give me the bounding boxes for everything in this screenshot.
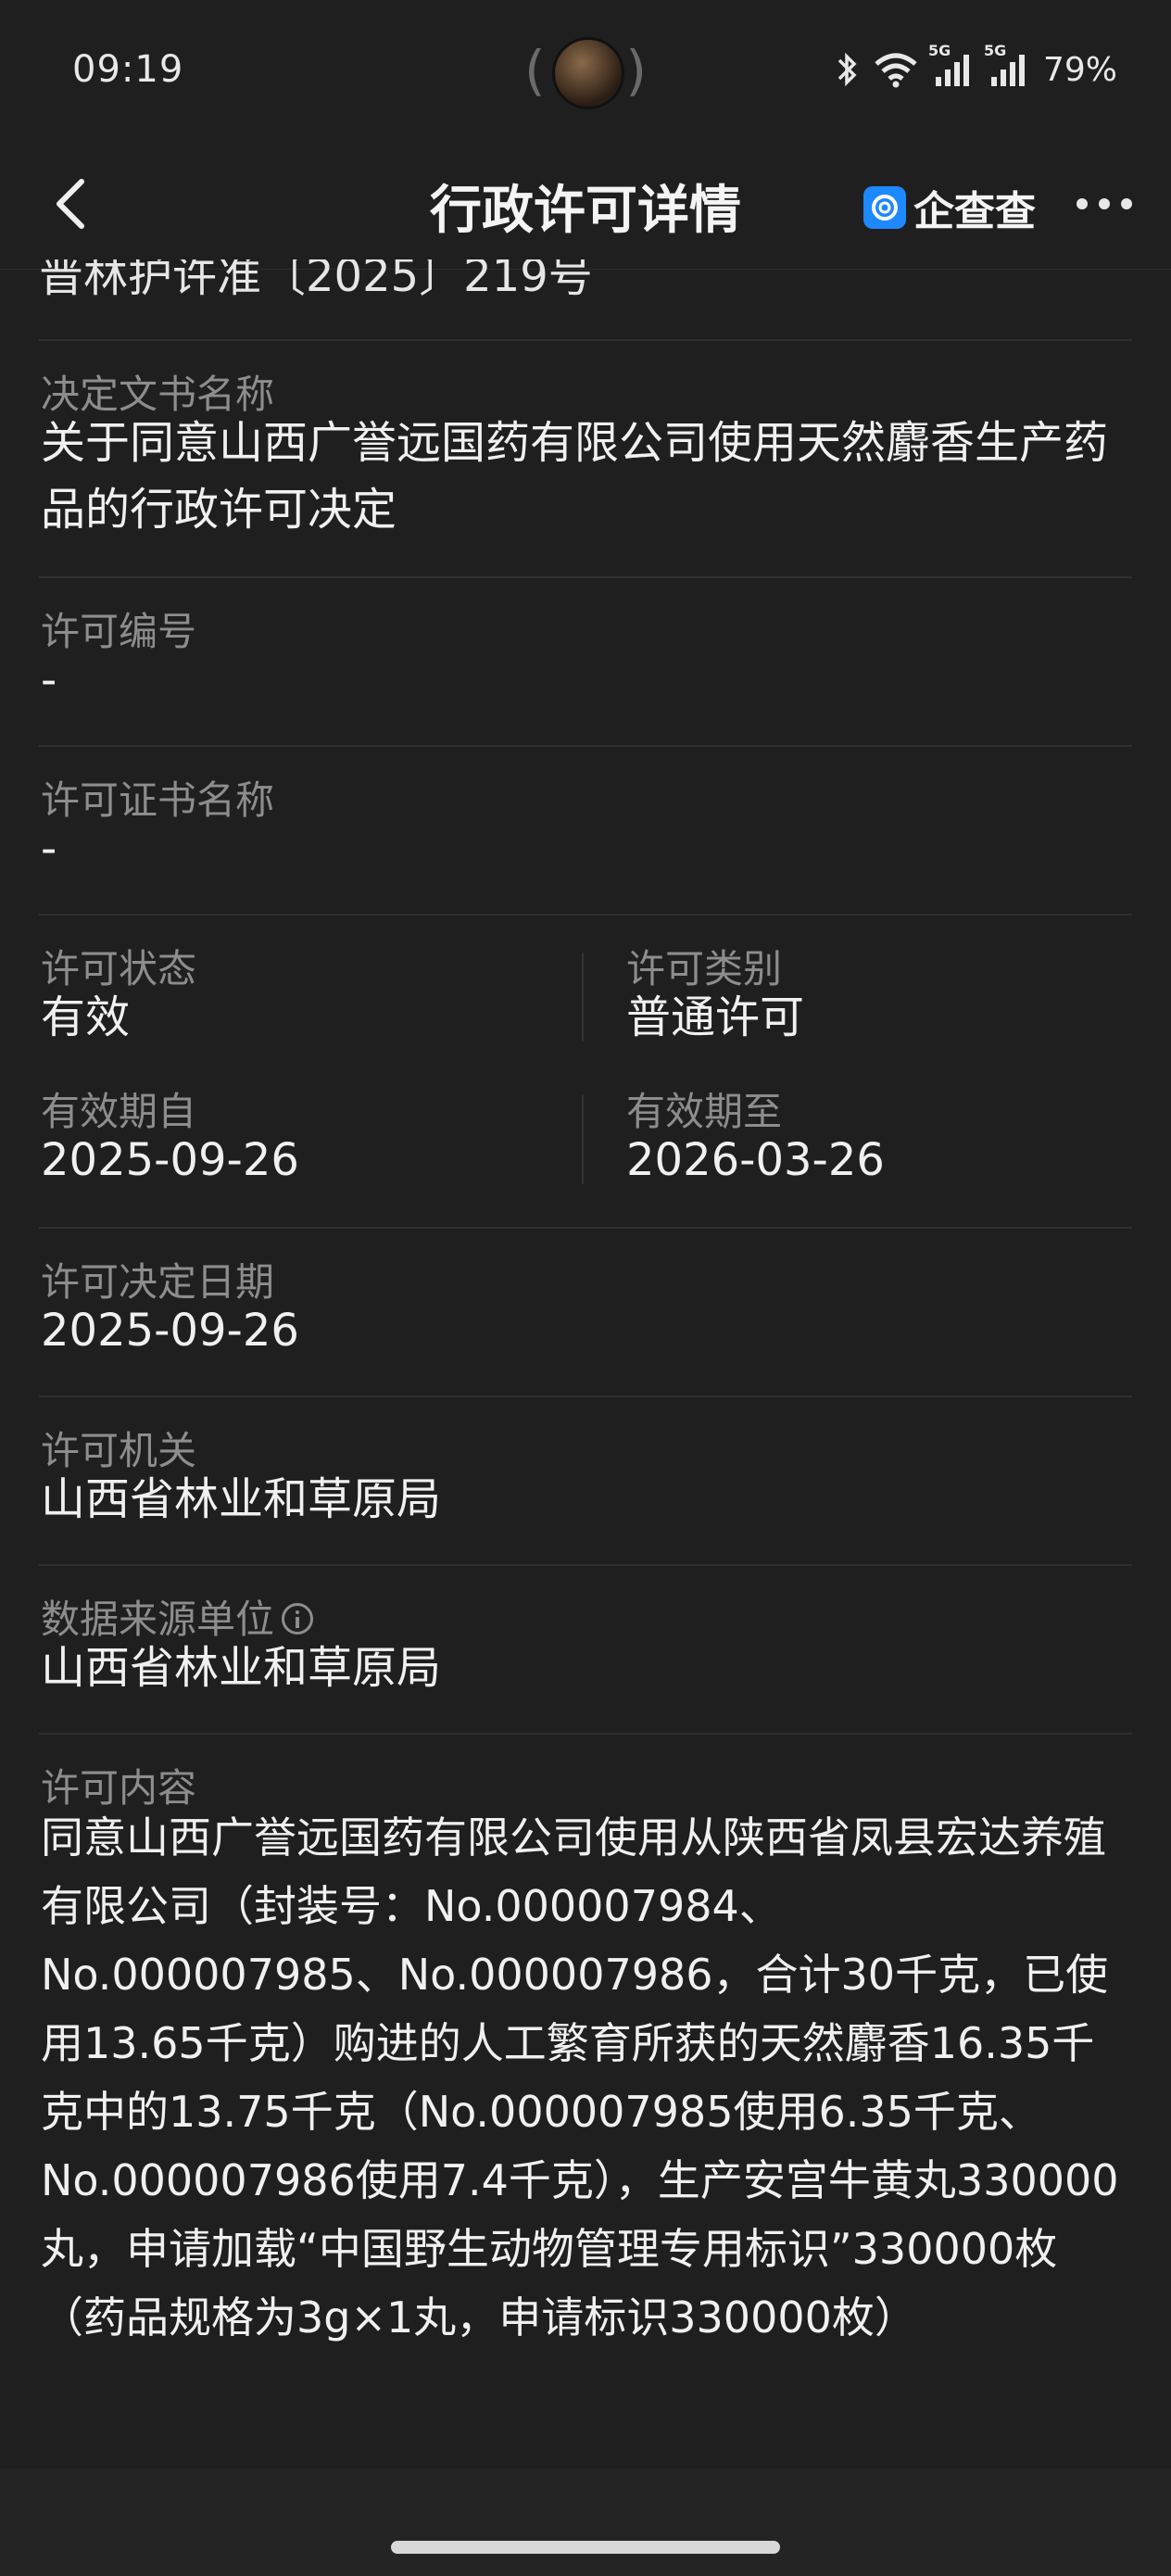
info-icon[interactable] bbox=[282, 1602, 314, 1635]
brand-name: 企查查 bbox=[913, 188, 1036, 235]
network-type-label: 5G bbox=[983, 42, 1007, 59]
divider bbox=[39, 1564, 1132, 1566]
divider bbox=[39, 1227, 1132, 1229]
field-value: 2026-03-26 bbox=[626, 1134, 885, 1186]
signal-icon: 5G bbox=[984, 42, 1030, 88]
divider bbox=[39, 914, 1132, 915]
field-value: 2025-09-26 bbox=[41, 1305, 299, 1357]
bottom-area bbox=[0, 2469, 1171, 2576]
battery-percent: 79% bbox=[1042, 50, 1117, 89]
island-avatar bbox=[552, 37, 624, 109]
field-value: 山西省林业和草原局 bbox=[41, 1642, 442, 1694]
field-value: 山西省林业和草原局 bbox=[41, 1473, 442, 1525]
column-separator bbox=[582, 953, 584, 1042]
divider bbox=[39, 576, 1132, 578]
status-bar: 09:19 ( ) 5G 5G 79% bbox=[0, 0, 1171, 139]
field-value: - bbox=[41, 823, 57, 875]
field-value: 同意山西广誉远国药有限公司使用从陕西省凤县宏达养殖有限公司（封装号：No.000… bbox=[41, 1812, 1119, 2342]
field-value: 关于同意山西广誉远国药有限公司使用天然麝香生产药品的行政许可决定 bbox=[41, 417, 1109, 536]
home-indicator[interactable] bbox=[391, 2541, 780, 2554]
more-dots-icon[interactable] bbox=[1077, 198, 1132, 209]
island-right-bracket: ) bbox=[625, 39, 647, 102]
island-left-bracket: ( bbox=[524, 39, 546, 102]
divider bbox=[39, 1733, 1132, 1735]
field-value: - bbox=[41, 654, 57, 706]
qichacha-icon bbox=[863, 186, 906, 229]
status-icons: 5G 5G 79% bbox=[836, 42, 1117, 93]
divider bbox=[39, 339, 1132, 341]
column-separator bbox=[582, 1095, 584, 1184]
status-time: 09:19 bbox=[72, 48, 184, 91]
dynamic-island: ( ) bbox=[524, 33, 647, 109]
field-value: 2025-09-26 bbox=[41, 1134, 299, 1186]
field-value: 有效 bbox=[41, 991, 131, 1043]
network-type-label: 5G bbox=[927, 42, 951, 59]
divider bbox=[39, 745, 1132, 747]
signal-icon: 5G bbox=[928, 42, 975, 88]
wifi-icon bbox=[875, 53, 917, 88]
field-value: 普通许可 bbox=[626, 991, 805, 1043]
brand-logo[interactable]: 企查查 bbox=[863, 178, 1036, 237]
divider bbox=[39, 1395, 1132, 1397]
nav-bar: 行政许可详情 企查查 bbox=[0, 139, 1171, 270]
partial-approval-number: 晋林护许准〔2025〕219号 bbox=[39, 259, 593, 297]
bluetooth-icon bbox=[837, 52, 857, 87]
